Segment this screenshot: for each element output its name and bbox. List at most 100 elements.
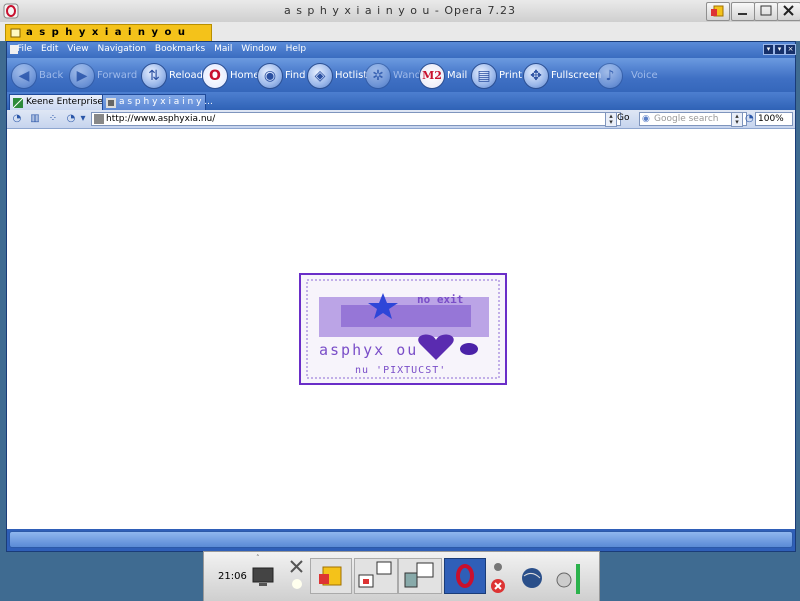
mail-button[interactable]: M2 Mail [419, 63, 469, 89]
voice-microphone-icon: ♪ [597, 63, 623, 89]
menu-edit[interactable]: Edit [41, 44, 58, 54]
home-button[interactable]: O Home [202, 63, 260, 89]
page-tab-row: Keene Enterprises a s p h y x i a i n y … [7, 92, 795, 111]
monitor-graphic [252, 567, 274, 586]
go-button[interactable]: Go [617, 113, 629, 123]
voice-button[interactable]: ♪ Voice [597, 63, 658, 89]
fullscreen-button[interactable]: ✥ Fullscreen [523, 63, 602, 89]
zoom-field[interactable]: 100% [755, 112, 793, 126]
print-label: Print [499, 70, 523, 81]
hotlist-label: Hotlist [335, 70, 368, 81]
clock: 21:06 [218, 571, 247, 582]
voice-label: Voice [631, 70, 658, 81]
menu-mail[interactable]: Mail [214, 44, 232, 54]
logo-text-no-exit: no exit [417, 293, 464, 306]
minimize-button[interactable] [731, 2, 755, 21]
page-tab-keene[interactable]: Keene Enterprises [9, 94, 108, 111]
window-1-icon [319, 566, 342, 586]
reload-button[interactable]: ⇅ Reload [141, 63, 203, 89]
taskbar-opera-active[interactable] [444, 558, 486, 594]
taskbar-window-3[interactable] [398, 558, 442, 594]
tools-graphic [290, 560, 303, 589]
navigation-toolbar: ◀ Back ▶ Forward ⇅ Reload O Home ◉ Find … [7, 58, 795, 92]
logo-text-nu: nu 'PIXTUCST' [355, 365, 447, 376]
document-tab-title: a s p h y x i a i n y o u [26, 27, 187, 38]
reload-icon: ⇅ [141, 63, 167, 89]
wand-button[interactable]: ✲ Wand [365, 63, 421, 89]
taskbar-window-2[interactable] [354, 558, 398, 594]
globe-graphic [522, 568, 542, 588]
menu-view[interactable]: View [67, 44, 88, 54]
history-icon[interactable]: ◔ [11, 113, 23, 125]
monitor-icon[interactable] [250, 558, 276, 592]
back-label: Back [39, 70, 64, 81]
address-field[interactable]: http://www.asphyxia.nu/ [91, 112, 621, 126]
menu-window[interactable]: Window [241, 44, 277, 54]
asphyxia-favicon [106, 98, 116, 108]
window-menu-icon [711, 5, 724, 17]
page-tab-asphyxia[interactable]: a s p h y x i a i n y ... [102, 94, 213, 111]
site-favicon [94, 114, 104, 124]
page-content: no exit asphyx ou nu 'PIXTUCST' [7, 129, 795, 529]
maximize-button[interactable] [754, 2, 778, 21]
zoom-icon: ◔ [745, 113, 754, 124]
fullscreen-label: Fullscreen [551, 70, 602, 81]
mail-m2-icon: M2 [419, 63, 445, 89]
search-placeholder: Google search [654, 114, 719, 124]
close-button[interactable] [777, 2, 800, 21]
home-label: Home [230, 70, 260, 81]
page-icon [10, 28, 21, 38]
tools-icon[interactable] [288, 558, 308, 592]
url-text: http://www.asphyxia.nu/ [106, 114, 216, 124]
security-icon[interactable]: ◔ [65, 113, 77, 125]
document-tab[interactable]: a s p h y x i a i n y o u [5, 24, 212, 41]
asphyxia-logo-image[interactable]: no exit asphyx ou nu 'PIXTUCST' [299, 273, 507, 385]
menu-file[interactable]: File [17, 44, 32, 54]
mail-label: Mail [447, 70, 468, 81]
fullscreen-icon: ✥ [523, 63, 549, 89]
address-toolbar: ◔ ▥ ⁘ ◔ ▾ http://www.asphyxia.nu/ ▴ ▾ Go … [7, 110, 795, 129]
status-bar [9, 531, 793, 548]
window-2-icon [358, 561, 392, 588]
logo-text-asphyx: asphyx ou [319, 341, 419, 359]
dropdown-icon[interactable]: ▾ [77, 113, 89, 125]
menu-bar: File Edit View Navigation Bookmarks Mail… [7, 42, 796, 58]
print-button[interactable]: ▤ Print [471, 63, 523, 89]
browser-window: File Edit View Navigation Bookmarks Mail… [6, 41, 796, 552]
keene-favicon [13, 98, 23, 108]
tray-graphic [556, 564, 580, 594]
address-dropdown-button[interactable]: ▴ ▾ [605, 112, 617, 127]
window-titlebar[interactable]: a s p h y x i a i n y o u - Opera 7.23 [0, 0, 800, 23]
window-3-icon [404, 562, 434, 588]
taskbar-window-1[interactable] [310, 558, 352, 594]
find-button[interactable]: ◉ Find [257, 63, 307, 89]
document-tab-bar: a s p h y x i a i n y o u [0, 22, 800, 41]
panels-icon[interactable]: ⁘ [47, 113, 59, 125]
power-icon[interactable] [488, 558, 508, 593]
network-globe-icon[interactable] [518, 558, 546, 592]
page-tab-label: Keene Enterprises [26, 97, 108, 107]
maximize-icon [760, 5, 772, 16]
window-menu-button[interactable] [706, 2, 730, 21]
page-minimize-button[interactable]: ▾ [763, 44, 774, 55]
hotlist-button[interactable]: ◈ Hotlist [307, 63, 368, 89]
system-tray-icon[interactable] [552, 558, 592, 594]
page-close-button[interactable]: × [785, 44, 796, 55]
close-icon [783, 5, 794, 16]
print-icon: ▤ [471, 63, 497, 89]
minimize-icon [738, 13, 747, 15]
opera-icon [456, 564, 474, 588]
back-button[interactable]: ◀ Back [11, 63, 69, 89]
menu-bookmarks[interactable]: Bookmarks [155, 44, 205, 54]
wand-label: Wand [393, 70, 422, 81]
power-graphic [491, 563, 505, 593]
search-dropdown-button[interactable]: ▴ ▾ [731, 112, 743, 127]
forward-button[interactable]: ▶ Forward [69, 63, 141, 89]
search-engine-icon: ◉ [642, 114, 650, 124]
page-restore-button[interactable]: ▾ [774, 44, 785, 55]
menu-navigation[interactable]: Navigation [97, 44, 146, 54]
stats-icon[interactable]: ▥ [29, 113, 41, 125]
find-label: Find [285, 70, 306, 81]
back-arrow-icon: ◀ [11, 63, 37, 89]
menu-help[interactable]: Help [286, 44, 307, 54]
